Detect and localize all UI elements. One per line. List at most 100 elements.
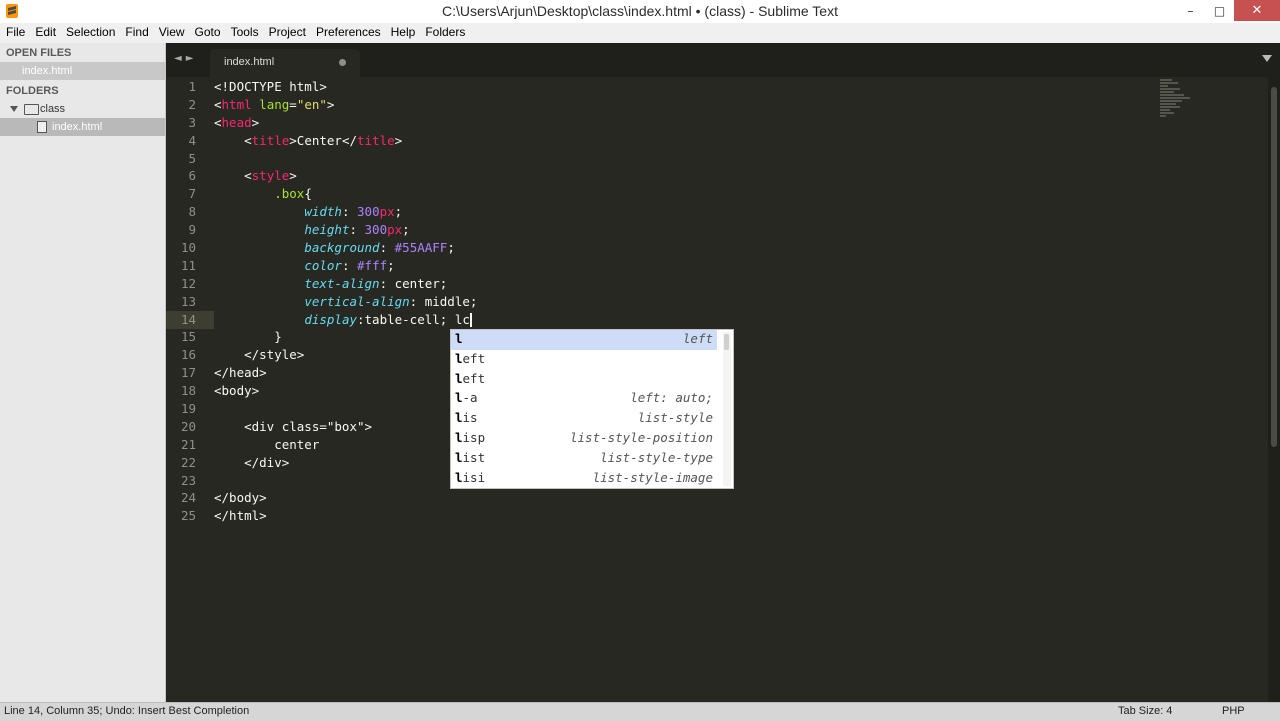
unsaved-dot-icon[interactable]: [339, 59, 346, 66]
code-line[interactable]: <html lang="en">: [214, 96, 477, 114]
menu-file[interactable]: File: [0, 23, 30, 43]
menu-folders[interactable]: Folders: [420, 23, 470, 43]
code-line[interactable]: </head>: [214, 364, 477, 382]
code-area[interactable]: <!DOCTYPE html> <html lang="en"> <head> <t…: [214, 78, 477, 525]
tab-size-indicator[interactable]: Tab Size: 4: [1118, 705, 1172, 717]
title-bar: C:\Users\Arjun\Desktop\class\index.html …: [0, 0, 1280, 23]
menu-edit[interactable]: Edit: [30, 23, 61, 43]
close-button[interactable]: ✕: [1234, 0, 1280, 21]
folders-header: FOLDERS: [6, 85, 59, 97]
tab-bar: ◄► index.html: [166, 43, 1280, 77]
completion-hint: list-style-image: [592, 469, 713, 485]
line-number: 23: [180, 472, 196, 488]
autocomplete-item[interactable]: left: [451, 350, 717, 370]
code-line[interactable]: text-align: center;: [214, 275, 477, 293]
autocomplete-popup: l left left left l-a left: auto; lis list-style…: [450, 329, 734, 489]
code-line[interactable]: </style>: [214, 346, 477, 364]
line-number: 18: [180, 383, 196, 399]
menu-selection[interactable]: Selection: [61, 23, 120, 43]
code-line[interactable]: color: #fff;: [214, 257, 477, 275]
tab-label: index.html: [224, 56, 275, 68]
line-number: 13: [180, 293, 196, 309]
window-controls: – □ ✕: [1176, 0, 1280, 23]
folder-item-class[interactable]: class: [0, 100, 165, 118]
line-number: 25: [180, 508, 196, 524]
completion-trigger: left: [455, 350, 486, 366]
completion-trigger: left: [455, 370, 486, 386]
line-number: 12: [180, 275, 196, 291]
expand-arrow-icon[interactable]: [10, 106, 18, 112]
autocomplete-item[interactable]: l-a left: auto;: [451, 389, 717, 409]
code-line[interactable]: <head>: [214, 114, 477, 132]
autocomplete-item[interactable]: lisp list-style-position: [451, 429, 717, 449]
line-number: 9: [188, 222, 196, 238]
autocomplete-item[interactable]: left: [451, 370, 717, 390]
code-line[interactable]: .box{: [214, 185, 477, 203]
autocomplete-item[interactable]: lisi list-style-image: [451, 469, 717, 489]
folder-file-item[interactable]: index.html: [0, 118, 165, 136]
code-line[interactable]: width: 300px;: [214, 203, 477, 221]
line-number: 1: [188, 79, 196, 94]
line-number: 7: [188, 186, 196, 202]
code-line[interactable]: <style>: [214, 167, 477, 185]
text-caret: [469, 313, 472, 328]
autocomplete-item[interactable]: l left: [451, 330, 717, 350]
line-number: 4: [188, 132, 196, 148]
code-line[interactable]: </body>: [214, 489, 477, 507]
line-number: 16: [180, 347, 196, 363]
line-number: 2: [188, 96, 196, 112]
code-line[interactable]: vertical-align: middle;: [214, 293, 477, 311]
syntax-indicator[interactable]: PHP: [1222, 705, 1245, 717]
menu-find[interactable]: Find: [120, 23, 153, 43]
minimap[interactable]: [1160, 79, 1200, 129]
code-line[interactable]: <title>Center</title>: [214, 132, 477, 150]
scrollbar-thumb[interactable]: [1271, 87, 1277, 447]
line-number: 20: [180, 418, 196, 434]
code-line[interactable]: [214, 472, 477, 490]
code-line[interactable]: </html>: [214, 507, 477, 525]
menu-goto[interactable]: Goto: [190, 23, 226, 43]
completion-trigger: list: [455, 449, 486, 465]
code-line[interactable]: [214, 150, 477, 168]
line-number: 15: [180, 329, 196, 345]
menu-view[interactable]: View: [154, 23, 190, 43]
completion-trigger: l-a: [455, 390, 478, 406]
code-line[interactable]: background: #55AAFF;: [214, 239, 477, 257]
line-number: 11: [180, 257, 196, 273]
completion-trigger: lis: [455, 410, 478, 426]
menu-preferences[interactable]: Preferences: [311, 23, 386, 43]
code-line[interactable]: center: [214, 436, 477, 454]
vertical-scrollbar[interactable]: [1268, 77, 1280, 702]
autocomplete-scroll-thumb[interactable]: [724, 334, 729, 350]
open-files-header: OPEN FILES: [6, 47, 72, 59]
line-number: 6: [188, 168, 196, 184]
completion-hint: list-style: [637, 410, 713, 426]
open-file-label: index.html: [22, 65, 73, 77]
code-line[interactable]: </div>: [214, 454, 477, 472]
menu-tools[interactable]: Tools: [226, 23, 264, 43]
code-line[interactable]: height: 300px;: [214, 221, 477, 239]
menu-project[interactable]: Project: [264, 23, 311, 43]
maximize-button[interactable]: □: [1205, 0, 1234, 21]
menu-help[interactable]: Help: [386, 23, 421, 43]
code-line[interactable]: <body>: [214, 382, 477, 400]
line-number: 8: [188, 204, 196, 220]
completion-hint: list-style-type: [600, 449, 713, 465]
tab-menu-chevron-icon[interactable]: [1262, 55, 1272, 62]
code-line[interactable]: }: [214, 328, 477, 346]
minimize-button[interactable]: –: [1176, 0, 1205, 21]
completion-hint: left: [682, 331, 713, 346]
code-line[interactable]: [214, 400, 477, 418]
tab-nav-arrows-icon[interactable]: ◄►: [174, 53, 197, 64]
autocomplete-item[interactable]: lis list-style: [451, 409, 717, 429]
autocomplete-scrollbar[interactable]: [723, 332, 731, 486]
open-file-item[interactable]: index.html: [0, 62, 165, 80]
line-number: 3: [188, 114, 196, 130]
tab-index-html[interactable]: index.html: [210, 49, 360, 77]
code-line[interactable]: display:table-cell; lc: [214, 311, 477, 329]
autocomplete-item[interactable]: list list-style-type: [451, 449, 717, 469]
status-bar: Line 14, Column 35; Undo: Insert Best Co…: [0, 702, 1280, 721]
completion-trigger: lisp: [455, 430, 486, 445]
code-line[interactable]: <!DOCTYPE html>: [214, 78, 477, 96]
code-line[interactable]: <div class="box">: [214, 418, 477, 436]
